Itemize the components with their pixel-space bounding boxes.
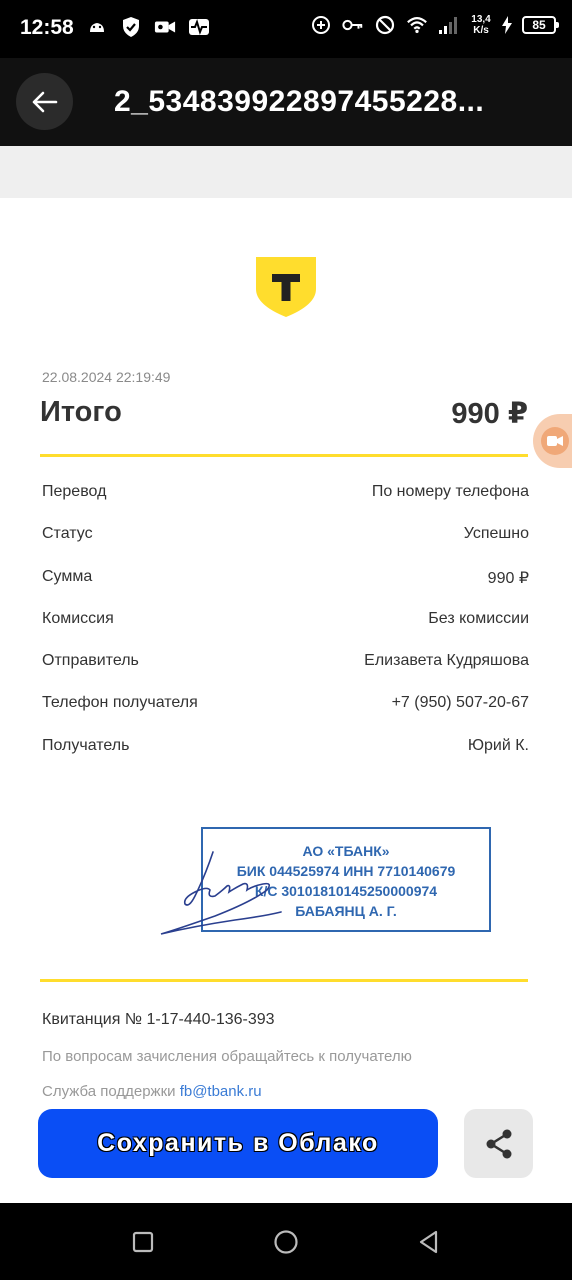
- receipt-number: Квитанция № 1-17-440-136-393: [42, 1011, 275, 1028]
- detail-label: Отправитель: [42, 652, 139, 670]
- status-bar: 12:58 13,4 K/s 85: [0, 0, 572, 58]
- detail-label: Получатель: [42, 736, 130, 754]
- transaction-datetime: 22.08.2024 22:19:49: [42, 369, 171, 385]
- support-email-link[interactable]: fb@tbank.ru: [180, 1083, 262, 1100]
- back-nav-button[interactable]: [412, 1225, 446, 1259]
- receipt-document: 22.08.2024 22:19:49 Итого 990 ₽ Перевод П…: [0, 198, 572, 1203]
- info-note: По вопросам зачисления обращайтесь к пол…: [42, 1048, 412, 1065]
- triangle-back-icon: [419, 1230, 438, 1254]
- detail-label: Сумма: [42, 567, 93, 585]
- detail-row: Получатель Юрий К.: [42, 737, 529, 779]
- battery-indicator: 85: [522, 16, 559, 34]
- activity-monitor-icon: [188, 16, 210, 38]
- detail-label: Телефон получателя: [42, 694, 198, 712]
- network-speed-value: 13,4: [471, 14, 491, 25]
- detail-row: Сумма 990 ₽: [42, 568, 529, 610]
- do-not-disturb-icon: [374, 14, 396, 36]
- system-navigation-bar: [0, 1203, 572, 1280]
- detail-row: Отправитель Елизавета Кудряшова: [42, 652, 529, 694]
- total-label: Итого: [40, 396, 122, 428]
- back-button[interactable]: [16, 73, 73, 130]
- detail-value: Успешно: [463, 525, 529, 543]
- support-line: Служба поддержки fb@tbank.ru: [42, 1083, 262, 1100]
- circle-icon: [274, 1230, 298, 1254]
- detail-value: По номеру телефона: [371, 483, 529, 500]
- support-label: Служба поддержки: [42, 1083, 180, 1100]
- network-speed: 13,4 K/s: [470, 14, 492, 36]
- status-right-icons: 13,4 K/s 85: [310, 14, 559, 36]
- data-saver-icon: [310, 14, 332, 36]
- home-button[interactable]: [269, 1225, 303, 1259]
- shield-check-icon: [120, 16, 142, 38]
- detail-row: Телефон получателя +7 (950) 507-20-67: [42, 694, 529, 736]
- network-speed-unit: K/s: [473, 25, 489, 36]
- tbank-logo: [256, 257, 316, 317]
- square-icon: [132, 1231, 154, 1253]
- detail-row: Статус Успешно: [42, 525, 529, 567]
- file-title: 2_534839922897455228...: [114, 85, 485, 118]
- details-list: Перевод По номеру телефона Статус Успешно …: [42, 483, 529, 779]
- detail-row: Комиссия Без комиссии: [42, 610, 529, 652]
- status-time: 12:58: [20, 16, 74, 39]
- video-camera-icon: [154, 16, 176, 38]
- detail-value: 990 ₽: [487, 569, 529, 587]
- divider: [40, 454, 528, 457]
- vpn-key-icon: [342, 14, 364, 36]
- detail-value: Елизавета Кудряшова: [364, 652, 529, 670]
- detail-row: Перевод По номеру телефона: [42, 483, 529, 525]
- detail-label: Комиссия: [42, 609, 114, 627]
- share-button[interactable]: [464, 1109, 533, 1178]
- recent-apps-button[interactable]: [126, 1225, 160, 1259]
- divider: [40, 979, 528, 982]
- share-icon: [486, 1129, 511, 1158]
- detail-value: +7 (950) 507-20-67: [391, 694, 529, 712]
- detail-label: Статус: [42, 525, 93, 543]
- charging-bolt-icon: [502, 14, 512, 36]
- save-to-cloud-button[interactable]: Сохранить в Облако: [38, 1109, 438, 1178]
- signature: [160, 851, 282, 935]
- app-notification-icon: [86, 16, 108, 38]
- wifi-icon: [406, 14, 428, 36]
- signal-strength-icon: [438, 14, 460, 36]
- record-icon: [541, 427, 569, 455]
- detail-value: Без комиссии: [428, 609, 529, 627]
- status-left-icons: [86, 16, 210, 38]
- detail-value: Юрий К.: [467, 736, 529, 754]
- detail-label: Перевод: [42, 483, 107, 500]
- app-bar: 2_534839922897455228...: [0, 58, 572, 146]
- total-amount: 990 ₽: [451, 398, 528, 430]
- arrow-left-icon: [32, 91, 57, 112]
